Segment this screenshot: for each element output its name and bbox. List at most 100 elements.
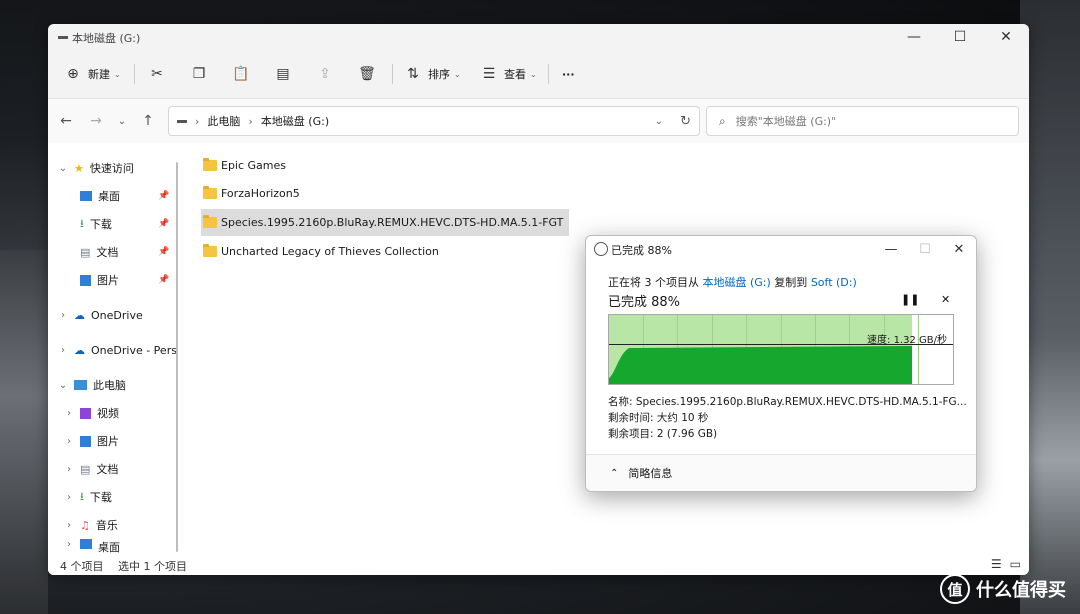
rename-icon: ▤ — [276, 66, 290, 82]
chevron-right-icon: › — [61, 344, 65, 356]
dialog-title-bar: 已完成 88% — ☐ ✕ — [586, 236, 976, 262]
drive-icon — [58, 36, 68, 39]
pin-icon[interactable]: 📌 — [158, 275, 169, 285]
progress-text: 已完成 88% — [608, 295, 681, 310]
sidebar-item-pictures[interactable]: 图片 📌 — [80, 268, 169, 292]
clock-icon — [594, 242, 608, 256]
pictures-icon — [80, 435, 91, 447]
separator — [392, 64, 393, 84]
new-button[interactable]: ⊕ 新建 ⌄ — [62, 63, 121, 85]
close-button[interactable]: ✕ — [983, 24, 1029, 50]
cancel-button[interactable]: ✕ — [941, 293, 950, 306]
items-remaining: 剩余项目: 2 (7.96 GB) — [608, 428, 718, 440]
computer-icon — [74, 380, 87, 390]
cloud-icon: ☁ — [74, 308, 85, 322]
dialog-minimize-button[interactable]: — — [874, 236, 908, 262]
up-button[interactable]: ↑ — [138, 111, 158, 131]
sidebar-item-onedrive-personal[interactable]: › ☁ OneDrive - Pers — [58, 338, 177, 362]
destination-link[interactable]: Soft (D:) — [811, 276, 857, 289]
sidebar-item-videos[interactable]: › 视频 — [64, 401, 119, 425]
sidebar-item-quick-access[interactable]: ⌄ ★ 快速访问 — [58, 156, 134, 180]
breadcrumb-this-pc[interactable]: 此电脑 — [207, 113, 240, 129]
sidebar-item-label: 此电脑 — [93, 379, 126, 392]
sidebar-item-pictures-pc[interactable]: › 图片 — [64, 429, 119, 453]
sidebar-item-downloads[interactable]: ⭳ 下载 📌 — [80, 212, 169, 236]
less-details-button[interactable]: ⌃ 简略信息 — [610, 465, 672, 481]
pin-icon[interactable]: 📌 — [158, 219, 169, 229]
file-name-detail: 名称: Species.1995.2160p.BluRay.REMUX.HEVC… — [608, 396, 967, 408]
watermark-text: 什么值得买 — [976, 580, 1066, 601]
recent-locations-button[interactable]: ⌄ — [112, 111, 132, 131]
more-options-button[interactable]: ··· — [562, 63, 575, 85]
list-item[interactable]: Uncharted Legacy of Thieves Collection — [201, 239, 445, 264]
breadcrumb-drive[interactable]: 本地磁盘 (G:) — [261, 113, 329, 129]
chevron-right-icon: › — [67, 463, 71, 475]
chevron-down-icon: ⌄ — [530, 69, 537, 79]
sidebar-item-desktop-pc[interactable]: › 桌面 — [64, 539, 120, 553]
details-view-icon[interactable]: ☰ — [991, 557, 1002, 571]
sidebar-item-label: 图片 — [97, 274, 119, 287]
address-bar[interactable]: › 此电脑 › 本地磁盘 (G:) ⌄ ↻ — [168, 106, 700, 136]
document-icon: ▤ — [80, 462, 91, 476]
pin-icon[interactable]: 📌 — [158, 191, 169, 201]
sidebar-item-onedrive[interactable]: › ☁ OneDrive — [58, 303, 143, 327]
view-list-icon: ☰ — [482, 66, 496, 82]
chevron-right-icon: › — [248, 114, 253, 128]
delete-button[interactable]: 🗑 — [356, 63, 378, 85]
chevron-down-icon[interactable]: ⌄ — [655, 116, 663, 127]
download-icon: ⭳ — [80, 216, 84, 230]
sort-button[interactable]: ⇅ 排序 ⌄ — [402, 63, 461, 85]
list-item[interactable]: ForzaHorizon5 — [201, 181, 306, 206]
sidebar-item-desktop[interactable]: 桌面 📌 — [80, 184, 169, 208]
sidebar-item-label: 音乐 — [95, 519, 118, 532]
back-button[interactable]: ← — [56, 111, 76, 131]
sort-icon: ⇅ — [407, 66, 419, 82]
address-row: ← → ⌄ ↑ › 此电脑 › 本地磁盘 (G:) ⌄ ↻ ⌕ 搜索"本地磁盘 … — [48, 99, 1029, 143]
watermark-badge: 值 — [940, 574, 970, 604]
refresh-icon[interactable]: ↻ — [680, 114, 691, 129]
desktop-icon — [80, 191, 92, 201]
paste-button[interactable]: 📋 — [230, 63, 252, 85]
view-label: 查看 — [504, 68, 526, 81]
sidebar-item-this-pc[interactable]: ⌄ 此电脑 — [58, 373, 126, 397]
document-icon: ▤ — [80, 245, 91, 259]
sidebar-item-label: 文档 — [96, 246, 119, 259]
sidebar-item-downloads-pc[interactable]: › ⭳ 下载 — [64, 485, 112, 509]
dialog-title: 已完成 88% — [611, 244, 672, 257]
cut-button[interactable]: ✂ — [146, 63, 168, 85]
list-item-selected[interactable]: Species.1995.2160p.BluRay.REMUX.HEVC.DTS… — [201, 209, 570, 236]
tiles-view-icon[interactable]: ▭ — [1010, 557, 1021, 571]
dialog-maximize-button[interactable]: ☐ — [908, 236, 942, 262]
separator — [134, 64, 135, 84]
dialog-close-button[interactable]: ✕ — [942, 236, 976, 262]
chevron-right-icon: › — [61, 309, 65, 321]
sidebar-item-music[interactable]: › ♫ 音乐 — [64, 513, 118, 537]
file-name: Epic Games — [221, 159, 287, 172]
sidebar-item-documents-pc[interactable]: › ▤ 文档 — [64, 457, 118, 481]
maximize-button[interactable]: ☐ — [937, 24, 983, 50]
forward-button[interactable]: → — [86, 111, 106, 131]
chevron-right-icon: › — [67, 491, 71, 503]
navigation-pane: ⌄ ★ 快速访问 桌面 📌 ⭳ 下载 📌 ▤ 文档 📌 图片 📌 › ☁ One… — [48, 150, 182, 554]
copy-progress-dialog: 已完成 88% — ☐ ✕ 正在将 3 个项目从 本地磁盘 (G:) 复制到 S… — [585, 235, 977, 492]
sidebar-item-label: 图片 — [97, 435, 119, 448]
command-bar: ⊕ 新建 ⌄ ✂ ❐ 📋 ▤ ⇪ 🗑 ⇅ 排序 ⌄ ☰ 查看 ⌄ ··· — [48, 50, 1029, 99]
paste-icon: 📋 — [232, 66, 250, 82]
sidebar-scrollbar[interactable] — [176, 162, 178, 552]
copy-button[interactable]: ❐ — [188, 63, 210, 85]
list-item[interactable]: Epic Games — [201, 153, 292, 178]
sidebar-item-label: 下载 — [89, 491, 112, 504]
chevron-right-icon: › — [67, 539, 71, 550]
summary-prefix: 正在将 3 个项目从 — [608, 276, 703, 289]
window-title: 本地磁盘 (G:) — [72, 32, 141, 45]
minimize-button[interactable]: — — [891, 24, 937, 50]
pin-icon[interactable]: 📌 — [158, 247, 169, 257]
source-link[interactable]: 本地磁盘 (G:) — [703, 276, 771, 289]
rename-button[interactable]: ▤ — [272, 63, 294, 85]
chevron-right-icon: › — [195, 114, 200, 128]
share-button[interactable]: ⇪ — [314, 63, 336, 85]
search-box[interactable]: ⌕ 搜索"本地磁盘 (G:)" — [706, 106, 1019, 136]
pause-button[interactable]: ❚❚ — [901, 293, 919, 306]
view-button[interactable]: ☰ 查看 ⌄ — [478, 63, 537, 85]
sidebar-item-documents[interactable]: ▤ 文档 📌 — [80, 240, 169, 264]
